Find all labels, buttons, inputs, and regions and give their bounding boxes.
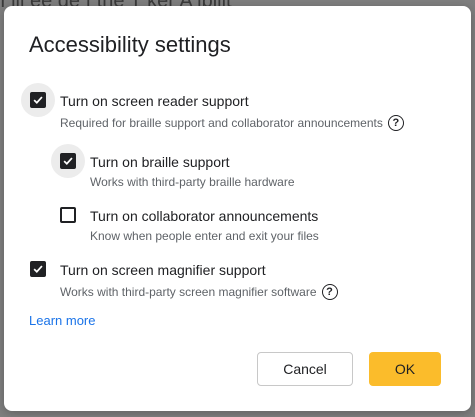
cancel-button[interactable]: Cancel <box>257 352 353 386</box>
collaborator-announcements-description: Know when people enter and exit your fil… <box>90 229 319 243</box>
help-circle-icon[interactable]: ? <box>321 284 338 300</box>
collaborator-announcements-label[interactable]: Turn on collaborator announcements <box>90 208 318 224</box>
screen-reader-description-text: Required for braille support and collabo… <box>60 116 383 130</box>
dialog-title: Accessibility settings <box>29 32 231 57</box>
ok-button[interactable]: OK <box>369 352 441 386</box>
braille-support-description-text: Works with third-party braille hardware <box>90 175 295 189</box>
checkbox-checked-icon <box>30 92 46 108</box>
screen-magnifier-description: Works with third-party screen magnifier … <box>60 284 338 300</box>
screen-magnifier-checkbox[interactable] <box>21 252 55 286</box>
screen-magnifier-label[interactable]: Turn on screen magnifier support <box>60 262 266 278</box>
checkbox-checked-icon <box>30 261 46 277</box>
braille-support-checkbox[interactable] <box>51 144 85 178</box>
checkbox-unchecked-icon <box>60 207 76 223</box>
collaborator-announcements-description-text: Know when people enter and exit your fil… <box>90 229 319 243</box>
help-circle-icon[interactable]: ? <box>387 115 404 131</box>
collaborator-announcements-checkbox[interactable] <box>51 198 85 232</box>
braille-support-description: Works with third-party braille hardware <box>90 175 295 189</box>
accessibility-settings-dialog: Accessibility settings Turn on screen re… <box>4 6 471 411</box>
learn-more-link[interactable]: Learn more <box>29 313 95 328</box>
screen-reader-checkbox[interactable] <box>21 83 55 117</box>
braille-support-label[interactable]: Turn on braille support <box>90 154 230 170</box>
screen-reader-description: Required for braille support and collabo… <box>60 115 404 131</box>
checkbox-checked-icon <box>60 153 76 169</box>
screen-magnifier-description-text: Works with third-party screen magnifier … <box>60 285 317 299</box>
screen-reader-label[interactable]: Turn on screen reader support <box>60 93 249 109</box>
